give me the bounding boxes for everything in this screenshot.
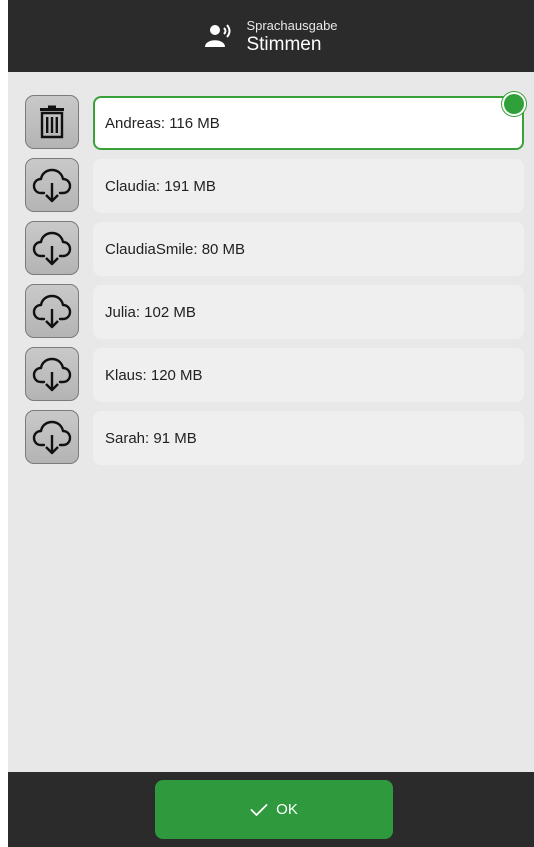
voice-list: Andreas: 116 MB Claudia: 191 MB ClaudiaS… [8,72,534,772]
download-voice-button[interactable] [25,284,79,338]
trash-icon [40,105,64,139]
cloud-download-icon [32,357,72,392]
cloud-download-icon [32,294,72,329]
app-frame: Sprachausgabe Stimmen Andreas: 116 MB Cl… [8,0,534,847]
voice-label: Sarah: 91 MB [105,429,197,447]
header-content: Sprachausgabe Stimmen [204,19,338,54]
voice-option-claudia[interactable]: Claudia: 191 MB [93,159,524,213]
voice-label: Andreas: 116 MB [105,114,220,132]
voice-row-andreas: Andreas: 116 MB [8,94,534,151]
footer-bar: OK [8,772,534,847]
header-bar: Sprachausgabe Stimmen [8,0,534,72]
voice-option-claudiasmile[interactable]: ClaudiaSmile: 80 MB [93,222,524,276]
download-voice-button[interactable] [25,410,79,464]
voice-row-claudia: Claudia: 191 MB [8,158,534,214]
voice-option-andreas[interactable]: Andreas: 116 MB [93,94,524,150]
voice-row-sarah: Sarah: 91 MB [8,410,534,466]
ok-label: OK [276,801,298,818]
voice-label: Claudia: 191 MB [105,177,216,195]
cloud-download-icon [32,168,72,203]
header-text: Sprachausgabe Stimmen [246,19,337,54]
speaking-person-icon [205,24,231,47]
selected-indicator [504,94,524,114]
delete-voice-button[interactable] [25,95,79,149]
voice-label: ClaudiaSmile: 80 MB [105,240,246,258]
voice-option-klaus[interactable]: Klaus: 120 MB [93,348,524,402]
download-voice-button[interactable] [25,158,79,212]
ok-button[interactable]: OK [155,780,393,839]
cloud-download-icon [32,420,72,455]
header-subtitle: Sprachausgabe [246,17,338,33]
page-title: Stimmen [246,33,322,55]
voice-label: Klaus: 120 MB [105,366,203,384]
voice-label: Julia: 102 MB [105,303,196,321]
voice-row-claudiasmile: ClaudiaSmile: 80 MB [8,221,534,277]
checkmark-icon [250,803,268,816]
voice-option-sarah[interactable]: Sarah: 91 MB [93,411,524,465]
download-voice-button[interactable] [25,221,79,275]
cloud-download-icon [32,231,72,266]
voice-row-klaus: Klaus: 120 MB [8,347,534,403]
voice-row-julia: Julia: 102 MB [8,284,534,340]
download-voice-button[interactable] [25,347,79,401]
voice-option-julia[interactable]: Julia: 102 MB [93,285,524,339]
